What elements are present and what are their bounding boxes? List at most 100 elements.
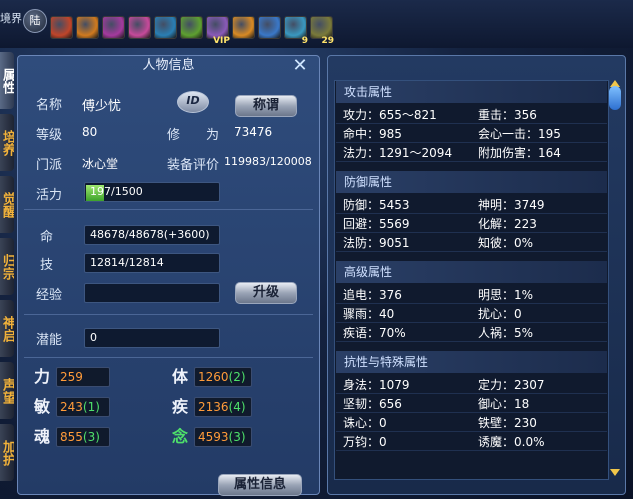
stat-value-box: 1260(2)	[194, 367, 252, 387]
vitality-text: 197/1500	[90, 185, 143, 198]
attribute-value: 明思：1%	[478, 288, 534, 302]
panel-title: 人物信息	[142, 58, 195, 73]
hp-label: 命	[40, 230, 54, 245]
row-divider	[336, 303, 607, 304]
attribute-value: 防御：5453	[343, 198, 410, 212]
buff-level: 9	[301, 36, 308, 46]
attribute-value: 扰心：0	[478, 307, 522, 321]
buff-level: 29	[321, 36, 334, 46]
side-tab-3[interactable]: 归宗	[0, 238, 14, 295]
cultivation-label: 修 为	[167, 128, 220, 143]
level-value: 80	[82, 125, 98, 139]
attribute-value: 万钧：0	[343, 435, 387, 449]
row-divider	[336, 341, 607, 342]
row-divider	[336, 450, 607, 451]
attribute-value: 知彼：0%	[478, 236, 534, 250]
potential-field: 0	[84, 328, 220, 348]
level-label: 等级	[36, 128, 63, 143]
attribute-info-button[interactable]: 属性信息	[218, 474, 302, 496]
name-label: 名称	[36, 98, 63, 113]
shield-buff-icon[interactable]	[154, 16, 177, 39]
exp-label: 经验	[36, 288, 63, 303]
sword-buff-icon[interactable]: 9	[284, 16, 308, 46]
sect-value: 冰心堂	[82, 157, 119, 171]
attribute-value: 铁壁：230	[478, 416, 537, 430]
stat-label: 体	[172, 367, 189, 386]
scrollbar[interactable]	[609, 80, 621, 478]
stat-label: 念	[172, 427, 189, 446]
scroll-thumb[interactable]	[609, 86, 621, 110]
stat-value-box: 2136(4)	[194, 397, 252, 417]
row-divider	[336, 431, 607, 432]
buff-list: VIP 9 29	[50, 16, 334, 46]
side-tab-1[interactable]: 培养	[0, 114, 14, 171]
stat-row: 疾 2136(4)	[24, 396, 313, 418]
stat-bonus: (3)	[228, 430, 246, 444]
gem-buff-icon[interactable]	[258, 16, 281, 39]
stat-bonus: (4)	[228, 400, 246, 414]
side-tab-6[interactable]: 加护	[0, 424, 14, 481]
attribute-value: 命中：985	[343, 127, 402, 141]
upgrade-button[interactable]: 升级	[235, 282, 297, 304]
divider	[24, 209, 313, 210]
skill-label: 技	[40, 258, 54, 273]
herb-buff-icon[interactable]	[180, 16, 203, 39]
skill-field: 12814/12814	[84, 253, 220, 273]
side-tab-2[interactable]: 觉醒	[0, 176, 14, 233]
character-name: 傅少忧	[82, 99, 122, 114]
gear-score-value: 119983/120008	[224, 155, 312, 168]
row-divider	[336, 251, 607, 252]
divider	[24, 314, 313, 315]
stat-value: 2136	[198, 400, 229, 414]
attribute-value: 化解：223	[478, 217, 537, 231]
attribute-value: 会心一击：195	[478, 127, 561, 141]
side-tab-4[interactable]: 神启	[0, 300, 14, 357]
rage-buff-icon[interactable]	[50, 16, 73, 39]
attribute-value: 骤雨：40	[343, 307, 395, 321]
stat-value-box: 4593(3)	[194, 427, 252, 447]
row-divider	[336, 123, 607, 124]
feather-buff-icon[interactable]	[128, 16, 151, 39]
attribute-value: 法防：9051	[343, 236, 410, 250]
attribute-value: 人祸：5%	[478, 326, 534, 340]
attribute-value: 定力：2307	[478, 378, 545, 392]
row-divider	[336, 161, 607, 162]
title-button[interactable]: 称谓	[235, 95, 297, 117]
row-divider	[336, 213, 607, 214]
side-tabs: 属性 培养 觉醒 归宗 神启 声望 加护	[0, 52, 14, 486]
side-tab-0[interactable]: 属性	[0, 52, 14, 109]
potential-label: 潜能	[36, 333, 63, 348]
flame-buff-icon[interactable]	[76, 16, 99, 39]
land-button[interactable]: 陆	[23, 9, 47, 33]
sun-buff-icon[interactable]	[232, 16, 255, 39]
stat-value: 1260	[198, 370, 229, 384]
attribute-value: 坚韧：656	[343, 397, 402, 411]
cultivation-value: 73476	[234, 125, 273, 139]
blade-buff-icon[interactable]: 29	[310, 16, 334, 46]
scene-tag: 境界	[0, 12, 22, 25]
row-divider	[336, 142, 607, 143]
close-icon[interactable]: ✕	[291, 57, 309, 75]
attribute-value: 身法：1079	[343, 378, 410, 392]
attribute-list[interactable]: 攻击属性 攻力：655～821 重击：356 命中：985 会心一击：195 法力：129…	[334, 80, 609, 480]
attribute-value: 回避：5569	[343, 217, 410, 231]
stat-row: 念 4593(3)	[24, 426, 313, 448]
attribute-value: 诛心：0	[343, 416, 387, 430]
character-info-panel: 人物信息 ✕ 名称 傅少忧 ID 称谓 等级 80 修 为 73476 门派 冰…	[17, 55, 320, 496]
vitality-label: 活力	[36, 188, 63, 203]
attribute-value: 疾语：70%	[343, 326, 406, 340]
dragon-buff-icon[interactable]	[102, 16, 125, 39]
attribute-value: 诱魔：0.0%	[478, 435, 545, 449]
row-divider	[336, 412, 607, 413]
scroll-down-icon[interactable]	[610, 469, 620, 476]
id-button[interactable]: ID	[177, 91, 209, 113]
side-tab-5[interactable]: 声望	[0, 362, 14, 419]
buff-bar: 境界 陆 VIP 9 29	[0, 0, 633, 48]
vip-buff-icon[interactable]: VIP	[206, 16, 230, 46]
attribute-section-title: 防御属性	[336, 171, 607, 193]
attribute-value: 攻力：655～821	[343, 108, 437, 122]
attribute-value: 神明：3749	[478, 198, 545, 212]
stat-value: 4593	[198, 430, 229, 444]
stat-label: 疾	[172, 397, 189, 416]
row-divider	[336, 322, 607, 323]
